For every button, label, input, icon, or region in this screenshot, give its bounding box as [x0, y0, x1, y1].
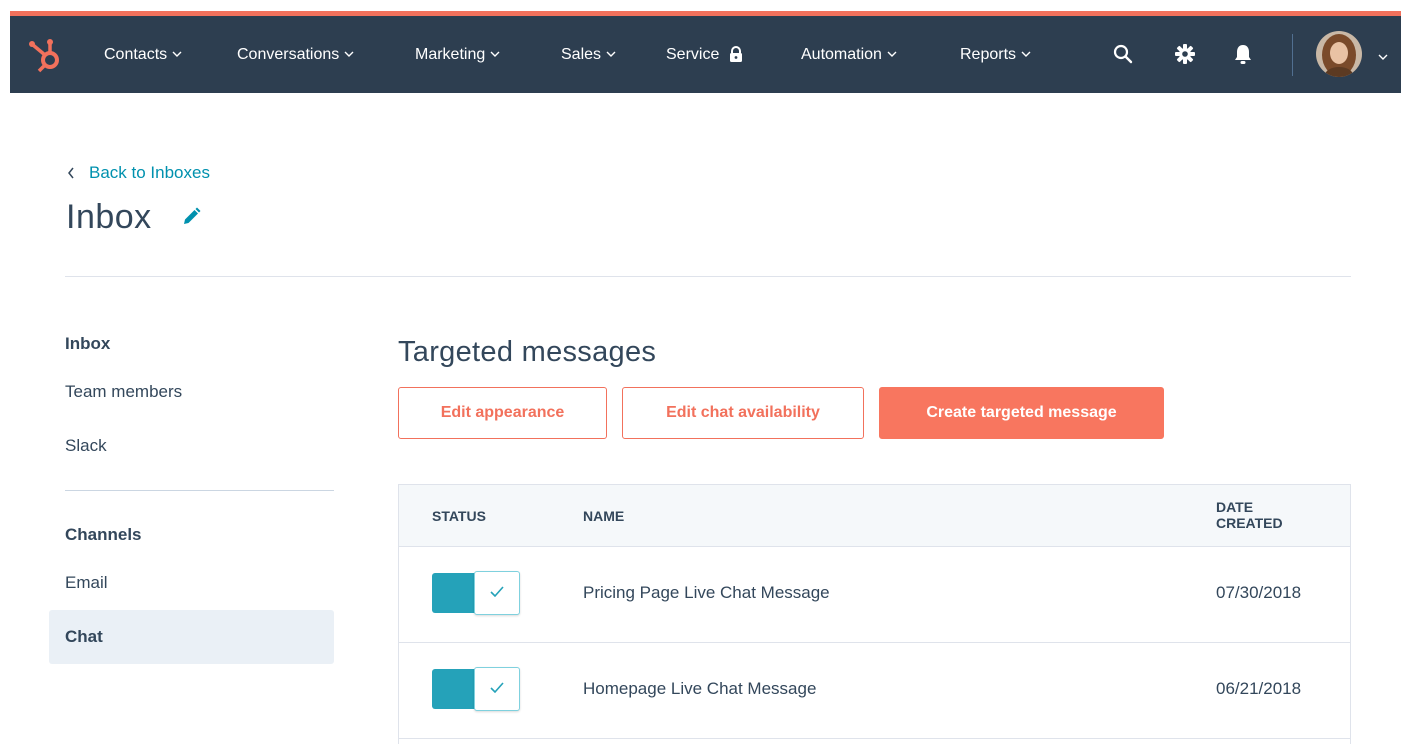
date-header-line1: DATE: [1216, 499, 1254, 515]
edit-chat-availability-button[interactable]: Edit chat availability: [622, 387, 864, 439]
bell-icon[interactable]: [1228, 39, 1258, 69]
column-header-name[interactable]: NAME: [583, 508, 624, 524]
table-row: Pricing Page Live Chat Message 07/30/201…: [399, 546, 1350, 643]
checkmark-icon: [490, 680, 504, 698]
chevron-down-icon: [1021, 51, 1031, 58]
nav-conversations-label: Conversations: [237, 45, 340, 63]
nav-service[interactable]: Service: [666, 16, 743, 93]
chevron-down-icon: [490, 51, 500, 58]
sidebar-item-slack[interactable]: Slack: [65, 436, 107, 456]
message-name[interactable]: Homepage Live Chat Message: [583, 679, 816, 699]
message-name[interactable]: Pricing Page Live Chat Message: [583, 583, 830, 603]
header-divider: [65, 276, 1351, 277]
sidebar-item-chat[interactable]: Chat: [65, 627, 103, 647]
back-to-inboxes-link[interactable]: Back to Inboxes: [67, 163, 210, 183]
table-row: Homepage Live Chat Message 06/21/2018: [399, 642, 1350, 739]
date-created: 06/21/2018: [1216, 679, 1302, 698]
hubspot-logo-icon[interactable]: [26, 36, 64, 74]
chevron-left-icon: [67, 167, 75, 179]
chevron-down-icon: [887, 51, 897, 58]
search-icon[interactable]: [1108, 39, 1138, 69]
nav-marketing-label: Marketing: [415, 45, 486, 63]
nav-automation[interactable]: Automation: [801, 16, 897, 93]
pencil-icon[interactable]: [181, 207, 201, 232]
lock-icon: [729, 46, 743, 63]
create-targeted-message-button[interactable]: Create targeted message: [879, 387, 1164, 439]
checkmark-icon: [490, 584, 504, 602]
back-link-label: Back to Inboxes: [89, 163, 210, 182]
nav-conversations[interactable]: Conversations: [237, 16, 354, 93]
status-toggle[interactable]: [432, 571, 520, 615]
section-title: Targeted messages: [398, 336, 657, 368]
chevron-down-icon: [172, 51, 182, 58]
toggle-knob: [474, 667, 520, 711]
nav-contacts-label: Contacts: [104, 45, 168, 63]
sidebar-item-email[interactable]: Email: [65, 573, 108, 593]
top-navigation: Contacts Conversations Marketing Sales S…: [10, 16, 1401, 93]
table-header: STATUS NAME DATE CREATED: [399, 485, 1350, 547]
sidebar-divider: [65, 490, 334, 491]
gear-icon[interactable]: [1170, 39, 1200, 69]
date-created: 07/30/2018: [1216, 583, 1302, 602]
chevron-down-icon: [344, 51, 354, 58]
nav-automation-label: Automation: [801, 45, 882, 63]
user-avatar[interactable]: [1316, 31, 1362, 77]
targeted-messages-table: STATUS NAME DATE CREATED Pricing Page Li…: [398, 484, 1351, 744]
nav-contacts[interactable]: Contacts: [104, 16, 182, 93]
column-header-date-created[interactable]: DATE CREATED: [1216, 499, 1306, 531]
nav-reports-label: Reports: [960, 45, 1017, 63]
edit-appearance-button[interactable]: Edit appearance: [398, 387, 607, 439]
sidebar-heading-inbox: Inbox: [65, 334, 111, 353]
nav-service-label: Service: [666, 45, 720, 63]
nav-sales-label: Sales: [561, 45, 602, 63]
sidebar-item-team-members[interactable]: Team members: [65, 382, 182, 402]
page-title: Inbox: [66, 198, 152, 236]
chevron-down-icon: [606, 51, 616, 58]
account-chevron-down-icon[interactable]: [1378, 48, 1388, 66]
nav-marketing[interactable]: Marketing: [415, 16, 500, 93]
toggle-knob: [474, 571, 520, 615]
column-header-status[interactable]: STATUS: [432, 508, 486, 524]
date-header-line2: CREATED: [1216, 515, 1283, 531]
status-toggle[interactable]: [432, 667, 520, 711]
nav-sales[interactable]: Sales: [561, 16, 616, 93]
nav-divider: [1292, 34, 1293, 76]
nav-reports[interactable]: Reports: [960, 16, 1031, 93]
sidebar-heading-channels: Channels: [65, 525, 142, 544]
